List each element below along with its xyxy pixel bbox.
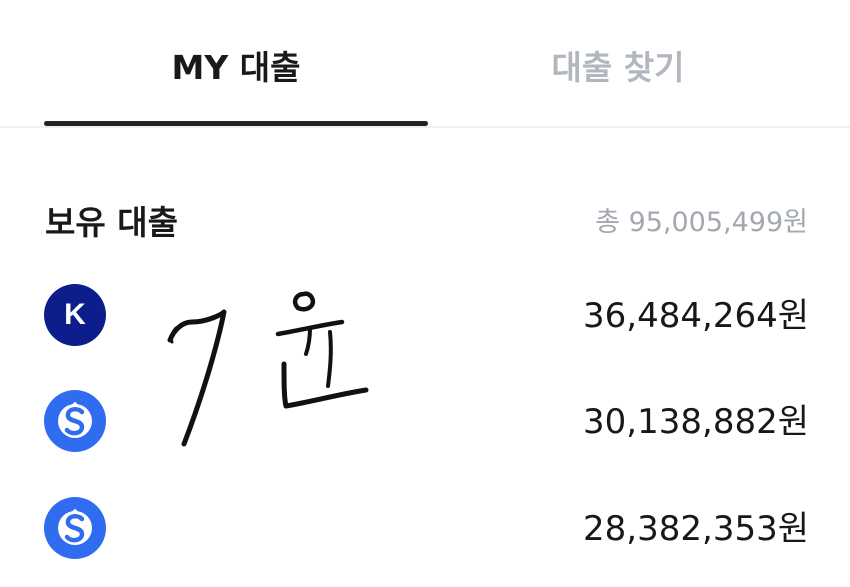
- tab-my-loans[interactable]: MY 대출: [44, 40, 428, 96]
- tab-bar: MY 대출 대출 찾기: [0, 0, 850, 128]
- active-tab-indicator: [44, 121, 428, 126]
- tab-find-loans[interactable]: 대출 찾기: [426, 40, 810, 96]
- loan-amount: 30,138,882원: [583, 402, 809, 442]
- holdings-title: 보유 대출: [45, 203, 178, 242]
- k-bank-logo-icon: K: [44, 284, 106, 346]
- loan-row[interactable]: 30,138,882원: [44, 390, 809, 452]
- s-bank-logo-icon: [44, 497, 106, 559]
- loan-row[interactable]: K 36,484,264원: [44, 284, 809, 346]
- loan-amount: 36,484,264원: [583, 296, 809, 336]
- s-bank-logo-icon: [44, 390, 106, 452]
- logo-letter: K: [64, 298, 86, 331]
- loan-amount: 28,382,353원: [583, 509, 809, 549]
- handwritten-note-signature: [167, 291, 369, 447]
- loan-row[interactable]: 28,382,353원: [44, 497, 809, 559]
- holdings-total: 총 95,005,499원: [595, 207, 808, 238]
